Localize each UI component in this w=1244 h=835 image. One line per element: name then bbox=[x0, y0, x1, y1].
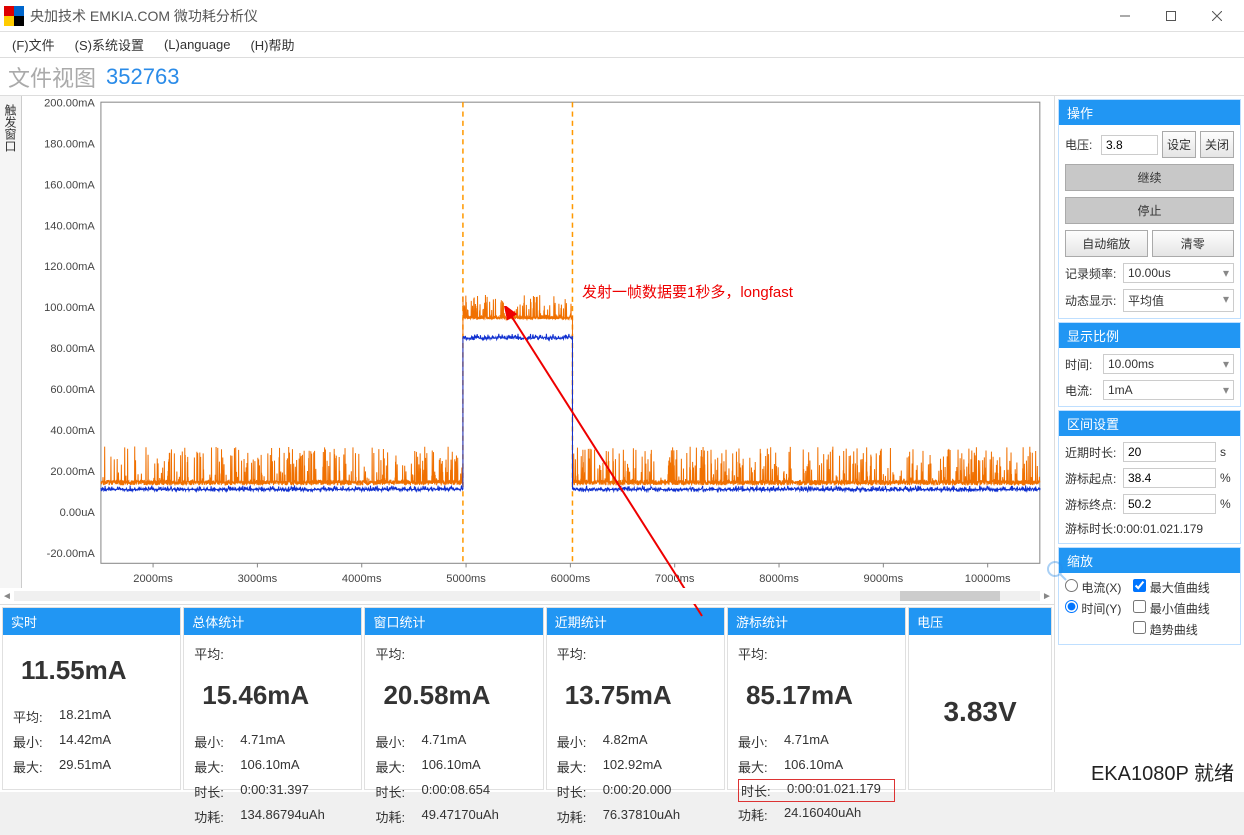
menu-bar: (F)文件 (S)系统设置 (L)anguage (H)帮助 bbox=[0, 32, 1244, 58]
svg-text:120.00mA: 120.00mA bbox=[44, 261, 95, 273]
svg-text:5000ms: 5000ms bbox=[446, 573, 486, 585]
svg-text:0.00uA: 0.00uA bbox=[60, 507, 96, 519]
menu-help[interactable]: (H)帮助 bbox=[240, 33, 304, 56]
panel-ops: 操作 电压: 设定 关闭 继续 停止 自动缩放 清零 记录频率: 10.00us… bbox=[1058, 99, 1241, 319]
svg-text:180.00mA: 180.00mA bbox=[44, 138, 95, 150]
svg-text:200.00mA: 200.00mA bbox=[44, 97, 95, 109]
svg-text:-20.00mA: -20.00mA bbox=[47, 548, 96, 560]
scroll-left-icon[interactable]: ◄ bbox=[0, 591, 14, 602]
rate-select[interactable]: 10.00us▾ bbox=[1123, 263, 1234, 283]
svg-text:9000ms: 9000ms bbox=[864, 573, 904, 585]
maximize-button[interactable] bbox=[1148, 0, 1194, 32]
chart-scrollbar[interactable]: ◄ ► bbox=[0, 588, 1054, 604]
view-header: 文件视图 352763 bbox=[0, 58, 1244, 96]
check-max-curve[interactable]: 最大值曲线 bbox=[1133, 579, 1209, 596]
panel-range: 区间设置 近期时长: s 游标起点: % 游标终点: % 游标时长:0:00:0… bbox=[1058, 410, 1241, 544]
check-min-curve[interactable]: 最小值曲线 bbox=[1133, 600, 1209, 617]
scroll-right-icon[interactable]: ► bbox=[1040, 591, 1054, 602]
total-avg: 15.46mA bbox=[202, 680, 351, 711]
cursor-start-input[interactable] bbox=[1123, 468, 1216, 488]
cursor-duration-label: 游标时长:0:00:01.021.179 bbox=[1065, 520, 1203, 537]
recent-avg: 13.75mA bbox=[565, 680, 714, 711]
window-title: 央加技术 EMKIA.COM 微功耗分析仪 bbox=[30, 6, 1102, 26]
panel-voltage: 电压 3.83V bbox=[908, 607, 1052, 790]
menu-file[interactable]: (F)文件 bbox=[2, 33, 65, 56]
chart-annotation: 发射一帧数据要1秒多，longfast bbox=[582, 281, 793, 302]
svg-text:6000ms: 6000ms bbox=[551, 573, 591, 585]
time-scale-select[interactable]: 10.00ms▾ bbox=[1103, 354, 1234, 374]
svg-text:160.00mA: 160.00mA bbox=[44, 179, 95, 191]
panel-zoom: 缩放 电流(X) 时间(Y) 最大值曲线 最小值曲线 趋势曲线 bbox=[1058, 547, 1241, 645]
svg-text:10000ms: 10000ms bbox=[965, 573, 1011, 585]
close-button[interactable] bbox=[1194, 0, 1240, 32]
panel-scale: 显示比例 时间: 10.00ms▾ 电流: 1mA▾ bbox=[1058, 322, 1241, 407]
realtime-value: 11.55mA bbox=[21, 655, 170, 686]
menu-language[interactable]: (L)anguage bbox=[154, 35, 241, 54]
svg-text:60.00mA: 60.00mA bbox=[50, 384, 95, 396]
svg-text:4000ms: 4000ms bbox=[342, 573, 382, 585]
voltage-input[interactable] bbox=[1101, 135, 1158, 155]
continue-button[interactable]: 继续 bbox=[1065, 164, 1234, 191]
recent-duration-input[interactable] bbox=[1123, 442, 1216, 462]
display-mode-select[interactable]: 平均值▾ bbox=[1123, 289, 1234, 312]
cursor-end-input[interactable] bbox=[1123, 494, 1216, 514]
svg-text:100.00mA: 100.00mA bbox=[44, 302, 95, 314]
trigger-tab[interactable]: 触发窗口 bbox=[0, 96, 22, 588]
panel-window: 窗口统计 平均: 20.58mA 最小:4.71mA 最大:106.10mA 时… bbox=[364, 607, 543, 790]
minimize-button[interactable] bbox=[1102, 0, 1148, 32]
view-label: 文件视图 bbox=[8, 61, 96, 93]
voltage-value: 3.83V bbox=[943, 696, 1016, 728]
svg-text:20.00mA: 20.00mA bbox=[50, 466, 95, 478]
radio-current-x[interactable]: 电流(X) bbox=[1065, 579, 1121, 596]
set-voltage-button[interactable]: 设定 bbox=[1162, 131, 1196, 158]
status-footer: EKA1080P 就绪 bbox=[1091, 757, 1234, 786]
check-trend-curve[interactable]: 趋势曲线 bbox=[1133, 621, 1209, 638]
panel-cursor: 游标统计 平均: 85.17mA 最小:4.71mA 最大:106.10mA 时… bbox=[727, 607, 906, 790]
stop-button[interactable]: 停止 bbox=[1065, 197, 1234, 224]
close-voltage-button[interactable]: 关闭 bbox=[1200, 131, 1234, 158]
svg-text:40.00mA: 40.00mA bbox=[50, 425, 95, 437]
current-scale-select[interactable]: 1mA▾ bbox=[1103, 380, 1234, 400]
scroll-thumb[interactable] bbox=[900, 591, 1000, 601]
view-number: 352763 bbox=[106, 64, 179, 90]
svg-text:2000ms: 2000ms bbox=[133, 573, 173, 585]
autoscale-button[interactable]: 自动缩放 bbox=[1065, 230, 1148, 257]
waveform-chart[interactable]: -20.00mA 0.00uA 20.00mA 40.00mA 60.00mA 80.00… bbox=[22, 96, 1054, 588]
panel-realtime: 实时 11.55mA 平均:18.21mA 最小:14.42mA 最大:29.5… bbox=[2, 607, 181, 790]
cursor-duration-highlight: 时长:0:00:01.021.179 bbox=[738, 779, 895, 802]
radio-time-y[interactable]: 时间(Y) bbox=[1065, 600, 1121, 617]
svg-text:80.00mA: 80.00mA bbox=[50, 343, 95, 355]
svg-text:8000ms: 8000ms bbox=[759, 573, 799, 585]
app-logo-icon bbox=[4, 6, 24, 26]
svg-text:140.00mA: 140.00mA bbox=[44, 220, 95, 232]
menu-system[interactable]: (S)系统设置 bbox=[65, 33, 154, 56]
cursor-avg: 85.17mA bbox=[746, 680, 895, 711]
panel-recent: 近期统计 平均: 13.75mA 最小:4.82mA 最大:102.92mA 时… bbox=[546, 607, 725, 790]
svg-text:7000ms: 7000ms bbox=[655, 573, 695, 585]
panel-total: 总体统计 平均: 15.46mA 最小:4.71mA 最大:106.10mA 时… bbox=[183, 607, 362, 790]
svg-text:3000ms: 3000ms bbox=[238, 573, 278, 585]
clear-button[interactable]: 清零 bbox=[1152, 230, 1235, 257]
title-bar: 央加技术 EMKIA.COM 微功耗分析仪 bbox=[0, 0, 1244, 32]
window-avg: 20.58mA bbox=[383, 680, 532, 711]
